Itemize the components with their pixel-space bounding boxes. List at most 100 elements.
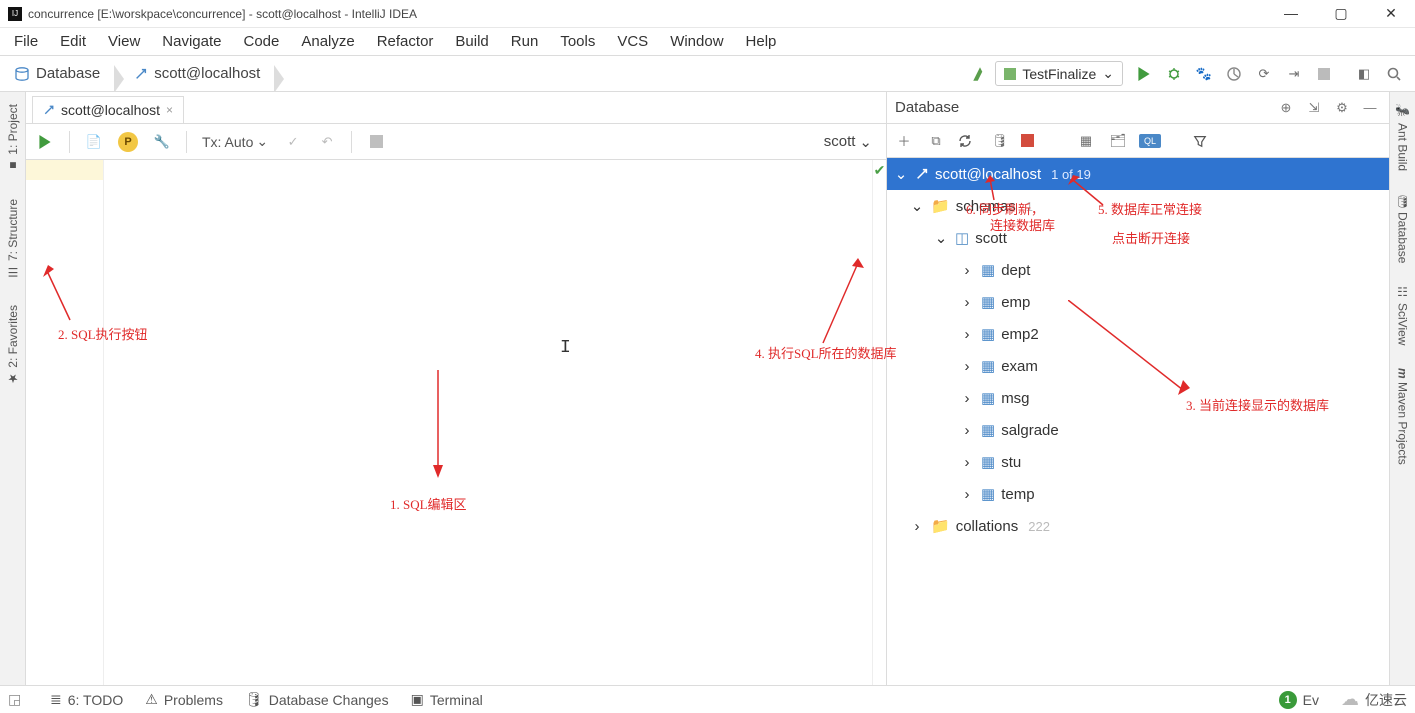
minimize-button[interactable]: ― <box>1275 5 1307 22</box>
menu-build[interactable]: Build <box>445 30 498 53</box>
tab-favorites[interactable]: ★2: Favorites <box>4 301 22 390</box>
editor-pane: scott@localhost × 📄 P 🔧 Tx: Auto ⌄ ✓ ↶ s… <box>26 92 887 685</box>
menu-code[interactable]: Code <box>233 30 289 53</box>
tab-project[interactable]: ■1: Project <box>4 100 22 177</box>
status-terminal[interactable]: ▣Terminal <box>411 691 483 708</box>
menu-file[interactable]: File <box>4 30 48 53</box>
chevron-right-icon[interactable]: › <box>959 294 975 311</box>
close-tab-icon[interactable]: × <box>166 103 173 117</box>
menu-refactor[interactable]: Refactor <box>367 30 444 53</box>
refresh-button[interactable] <box>957 133 979 149</box>
diagram-button[interactable]: 🗂 <box>1107 133 1129 149</box>
menu-window[interactable]: Window <box>660 30 733 53</box>
datasource-props-button[interactable]: 🛢 <box>989 133 1011 149</box>
settings-wrench-button[interactable]: 🔧 <box>149 129 175 155</box>
debug-button[interactable] <box>1162 62 1186 86</box>
run-config-selector[interactable]: TestFinalize ⌄ <box>995 61 1123 86</box>
profile-button[interactable] <box>1222 62 1246 86</box>
hide-panel-icon[interactable]: — <box>1359 100 1381 115</box>
disconnect-button[interactable] <box>1021 134 1043 147</box>
chevron-right-icon[interactable]: › <box>959 390 975 407</box>
execute-sql-button[interactable] <box>32 129 58 155</box>
stop2-button[interactable]: ⇥ <box>1282 62 1306 86</box>
tab-database[interactable]: 🛢Database <box>1394 189 1412 268</box>
editor-inspection-strip: ✔ <box>872 160 886 685</box>
tx-mode-selector[interactable]: Tx: Auto ⌄ <box>198 131 272 152</box>
attach-button[interactable]: ⟳ <box>1252 62 1276 86</box>
menu-edit[interactable]: Edit <box>50 30 96 53</box>
menu-analyze[interactable]: Analyze <box>291 30 364 53</box>
tab-ant[interactable]: 🐜Ant Build <box>1394 100 1412 175</box>
tree-table-exam[interactable]: ›▦exam <box>887 350 1389 382</box>
database-tree[interactable]: ⌄ scott@localhost 1 of 19 ⌄ 📁 schemas 1 … <box>887 158 1389 685</box>
chevron-right-icon[interactable]: › <box>959 262 975 279</box>
breadcrumb-root[interactable]: Database <box>6 63 114 84</box>
chevron-right-icon[interactable]: › <box>959 358 975 375</box>
table-label: emp2 <box>1001 326 1039 343</box>
collapse-all-icon[interactable]: ⇲ <box>1303 100 1325 116</box>
tab-sciview[interactable]: ☷SciView <box>1394 281 1412 349</box>
tree-collations-node[interactable]: › 📁 collations 222 <box>887 510 1389 542</box>
menu-navigate[interactable]: Navigate <box>152 30 231 53</box>
explain-plan-button[interactable]: 📄 <box>81 129 107 155</box>
chevron-right-icon[interactable]: › <box>959 422 975 439</box>
duplicate-button[interactable]: ⧉ <box>925 133 947 149</box>
new-button[interactable]: ＋ <box>893 131 915 150</box>
chevron-right-icon[interactable]: › <box>959 454 975 471</box>
status-problems[interactable]: ⚠Problems <box>145 691 223 708</box>
sql-editor-body[interactable]: I ✔ <box>26 160 886 685</box>
search-everywhere-button[interactable] <box>1382 62 1406 86</box>
tab-maven[interactable]: mMaven Projects <box>1394 364 1412 469</box>
chevron-down-icon: ⌄ <box>859 133 872 151</box>
chevron-right-icon[interactable]: › <box>909 518 925 535</box>
menu-vcs[interactable]: VCS <box>607 30 658 53</box>
app-logo-icon: IJ <box>8 7 22 21</box>
breadcrumb-item[interactable]: scott@localhost <box>126 63 274 84</box>
pin-button[interactable]: P <box>115 129 141 155</box>
layout-button[interactable]: ◧ <box>1352 62 1376 86</box>
tree-table-salgrade[interactable]: ›▦salgrade <box>887 414 1389 446</box>
chevron-right-icon[interactable]: › <box>959 486 975 503</box>
chevron-down-icon[interactable]: ⌄ <box>909 197 925 215</box>
menu-run[interactable]: Run <box>501 30 549 53</box>
chevron-down-icon[interactable]: ⌄ <box>933 229 949 247</box>
maximize-button[interactable]: ▢ <box>1325 5 1357 22</box>
close-button[interactable]: ✕ <box>1375 5 1407 22</box>
menu-help[interactable]: Help <box>736 30 787 53</box>
add-datasource-icon[interactable]: ⊕ <box>1275 100 1297 116</box>
inspection-ok-icon: ✔ <box>873 160 886 179</box>
status-events[interactable]: 1Ev <box>1279 691 1319 709</box>
editor-tab-active[interactable]: scott@localhost × <box>32 96 184 123</box>
sql-editor-text[interactable]: I <box>104 160 872 685</box>
filter-button[interactable] <box>1193 134 1215 148</box>
build-button[interactable] <box>968 62 992 86</box>
tree-schema-scott[interactable]: ⌄ ◫ scott <box>887 222 1389 254</box>
commit-button[interactable]: ✓ <box>280 129 306 155</box>
chevron-right-icon[interactable]: › <box>959 326 975 343</box>
run-button[interactable] <box>1132 62 1156 86</box>
active-schema-selector[interactable]: scott ⌄ <box>824 133 880 151</box>
rollback-button[interactable]: ↶ <box>314 129 340 155</box>
tree-table-emp[interactable]: ›▦emp <box>887 286 1389 318</box>
open-console-button[interactable]: QL <box>1139 134 1161 148</box>
tree-root-connection[interactable]: ⌄ scott@localhost 1 of 19 <box>887 158 1389 190</box>
tree-schemas-node[interactable]: ⌄ 📁 schemas 1 <box>887 190 1389 222</box>
cancel-query-button[interactable] <box>363 129 389 155</box>
tree-table-temp[interactable]: ›▦temp <box>887 478 1389 510</box>
settings-gear-icon[interactable]: ⚙ <box>1331 100 1353 116</box>
menu-view[interactable]: View <box>98 30 150 53</box>
tree-table-msg[interactable]: ›▦msg <box>887 382 1389 414</box>
chevron-down-icon[interactable]: ⌄ <box>893 165 909 183</box>
left-tool-strip: ■1: Project ☰7: Structure ★2: Favorites <box>0 92 26 685</box>
status-todo[interactable]: ≣6: TODO <box>50 691 123 708</box>
status-dbchanges[interactable]: 🛢Database Changes <box>245 691 389 708</box>
toolwindow-toggle-icon[interactable]: ◲ <box>8 691 28 708</box>
tree-table-stu[interactable]: ›▦stu <box>887 446 1389 478</box>
table-view-button[interactable]: ▦ <box>1075 133 1097 149</box>
tree-table-dept[interactable]: ›▦dept <box>887 254 1389 286</box>
tab-structure[interactable]: ☰7: Structure <box>4 195 22 283</box>
coverage-button[interactable]: 🐾 <box>1192 62 1216 86</box>
stop-button[interactable] <box>1312 62 1336 86</box>
menu-tools[interactable]: Tools <box>550 30 605 53</box>
tree-table-emp2[interactable]: ›▦emp2 <box>887 318 1389 350</box>
